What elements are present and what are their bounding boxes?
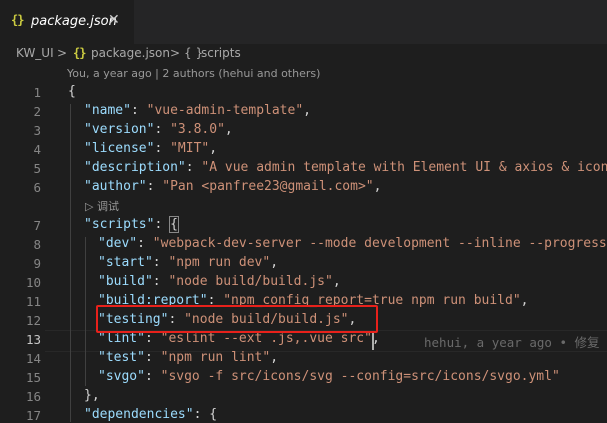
debug-codelens[interactable]: ▷ 调试	[85, 198, 119, 214]
code-line-1: {	[68, 84, 76, 99]
code-editor[interactable]: { "name": "vue-admin-template", "version…	[0, 0, 607, 422]
code-line-8: "dev": "webpack-dev-server --mode develo…	[98, 236, 607, 251]
code-line-5: "description": "A vue admin template wit…	[84, 160, 607, 175]
inline-blame-annotation: hehui, a year ago • 修复	[424, 335, 600, 350]
code-line-17: "dependencies": {	[84, 407, 218, 422]
code-line-13: "lint": "eslint --ext .js,.vue src",	[98, 331, 380, 346]
highlight-annotation-box	[96, 305, 378, 333]
code-line-3: "version": "3.8.0",	[84, 122, 233, 137]
code-line-7: "scripts": {	[84, 216, 179, 233]
code-line-16: },	[84, 388, 100, 403]
indent-guide	[70, 104, 71, 422]
code-line-14: "test": "npm run lint",	[98, 350, 279, 365]
code-line-6: "author": "Pan <panfree23@gmail.com>",	[84, 179, 382, 194]
text-cursor	[372, 333, 374, 350]
code-line-2: "name": "vue-admin-template",	[84, 103, 311, 118]
indent-guide	[85, 237, 86, 386]
code-line-10: "build": "node build/build.js",	[98, 274, 341, 289]
matching-brace: {	[169, 216, 179, 233]
code-line-4: "license": "MIT",	[84, 141, 218, 156]
code-line-15: "svgo": "svgo -f src/icons/svg --config=…	[98, 369, 560, 384]
code-line-9: "start": "npm run dev",	[98, 255, 279, 270]
